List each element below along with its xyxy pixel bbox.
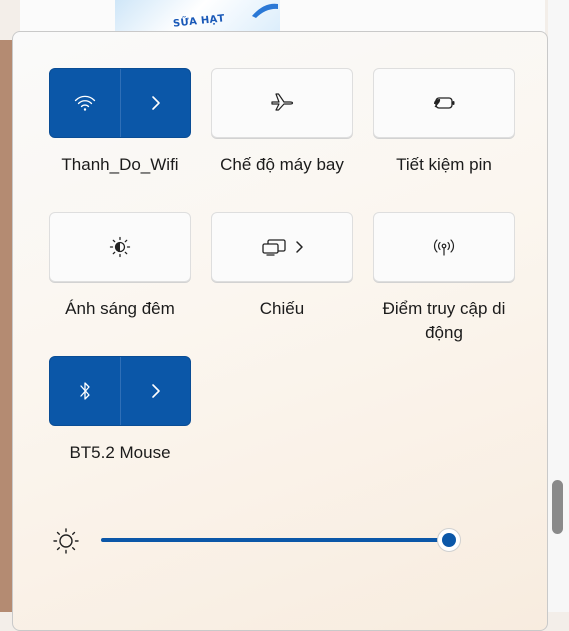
project-tile[interactable] — [211, 212, 353, 282]
night-light-tile[interactable] — [49, 212, 191, 282]
chevron-right-icon — [151, 383, 161, 399]
desktop-background-left — [0, 40, 12, 612]
battery-saver-tile[interactable] — [373, 68, 515, 138]
chevron-right-icon — [151, 95, 161, 111]
brightness-slider-track[interactable] — [101, 538, 449, 542]
brightness-icon — [52, 527, 80, 555]
night-light-icon — [109, 236, 131, 258]
airplane-icon — [270, 93, 294, 113]
mobile-hotspot-tile[interactable] — [373, 212, 515, 282]
airplane-mode-label: Chế độ máy bay — [220, 155, 344, 174]
scrollbar-thumb[interactable] — [552, 480, 563, 534]
bluetooth-icon — [78, 380, 92, 402]
wifi-expand-button[interactable] — [121, 69, 190, 137]
wifi-tile — [49, 68, 191, 138]
background-wave-graphic — [252, 3, 278, 18]
brightness-slider-thumb[interactable] — [437, 528, 461, 552]
battery-saver-icon — [431, 95, 457, 111]
bluetooth-expand-button[interactable] — [121, 357, 190, 425]
project-label: Chiếu — [259, 299, 305, 318]
night-light-label: Ánh sáng đêm — [65, 299, 175, 318]
bluetooth-tile — [49, 356, 191, 426]
project-icon — [261, 238, 287, 256]
mobile-hotspot-icon — [432, 237, 456, 257]
chevron-right-icon — [295, 240, 304, 254]
airplane-mode-tile[interactable] — [211, 68, 353, 138]
wifi-toggle-button[interactable] — [50, 69, 121, 137]
brightness-slider-thumb-dot — [442, 533, 456, 547]
mobile-hotspot-label: Điểm truy cập di động — [382, 299, 506, 342]
bluetooth-toggle-button[interactable] — [50, 357, 121, 425]
background-brand-text: SỮA HẠT — [172, 13, 226, 30]
bluetooth-label: BT5.2 Mouse — [69, 443, 171, 462]
wifi-icon — [74, 94, 96, 112]
battery-saver-label: Tiết kiệm pin — [396, 155, 492, 174]
wifi-label: Thanh_Do_Wifi — [61, 155, 179, 174]
